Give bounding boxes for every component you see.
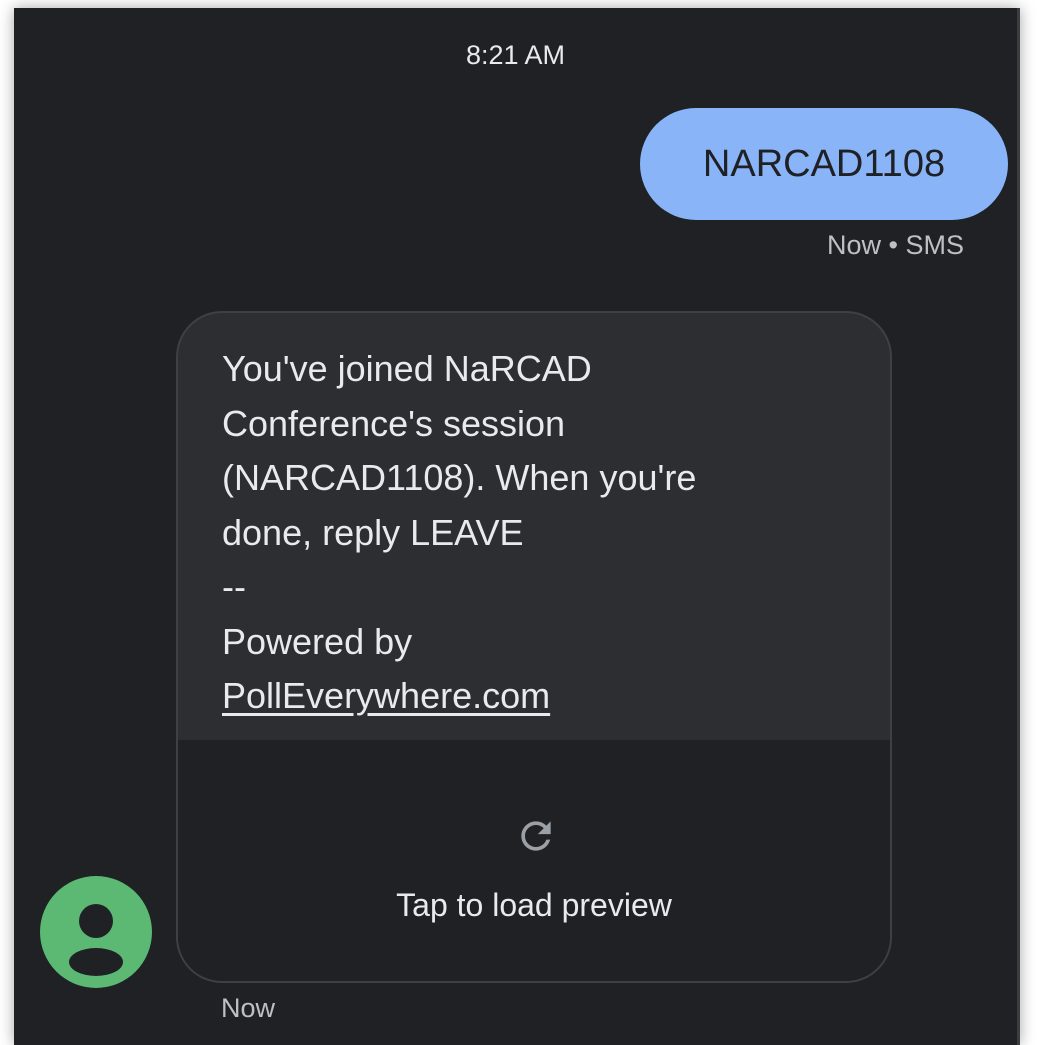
outgoing-message-text: NARCAD1108 — [702, 142, 946, 185]
contact-avatar[interactable] — [40, 876, 152, 988]
conversation-screen: 8:21 AM NARCAD1108 Now • SMS You've join… — [14, 8, 1020, 1045]
poll-everywhere-link[interactable]: PollEverywhere.com — [222, 675, 550, 716]
person-icon — [69, 904, 123, 976]
incoming-message-text: You've joined NaRCAD Conference's sessio… — [178, 313, 890, 724]
tap-to-load-preview-label: Tap to load preview — [396, 887, 672, 923]
link-preview-area[interactable]: Tap to load preview — [178, 740, 890, 981]
incoming-line: Conference's session — [222, 402, 566, 444]
incoming-message-bubble[interactable]: You've joined NaRCAD Conference's sessio… — [176, 311, 892, 983]
incoming-line: Powered by — [222, 620, 413, 662]
incoming-line: -- — [222, 566, 246, 607]
incoming-message-status: Now — [221, 993, 276, 1023]
outgoing-message-status: Now • SMS — [827, 230, 964, 260]
message-timestamp: 8:21 AM — [465, 40, 566, 70]
incoming-line: You've joined NaRCAD — [222, 348, 592, 389]
outgoing-message-bubble[interactable]: NARCAD1108 — [640, 108, 1008, 220]
incoming-line: (NARCAD1108). When you're — [222, 457, 697, 498]
incoming-line: done, reply LEAVE — [222, 511, 524, 553]
refresh-icon — [521, 821, 551, 851]
